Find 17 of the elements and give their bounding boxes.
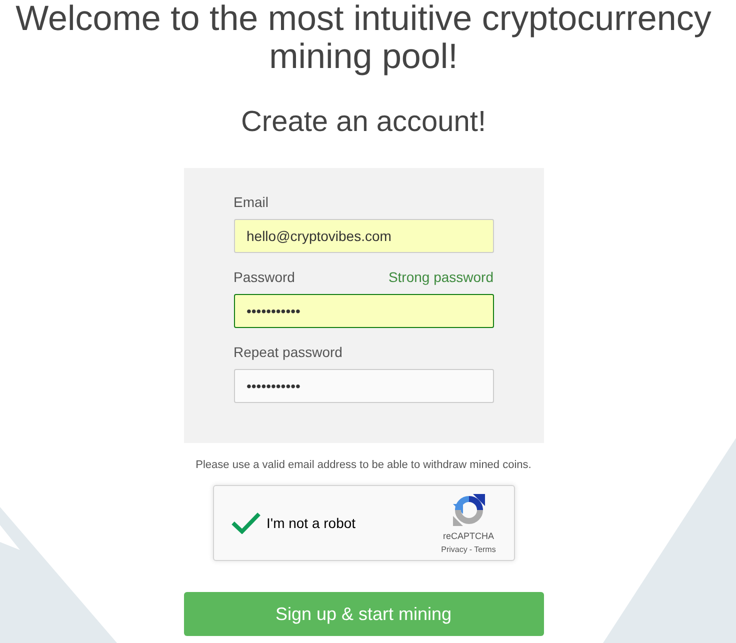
input-field[interactable]: ••••••••••• (234, 369, 494, 403)
page-title: Welcome to the most intuitive cryptocurrency mining pool! (14, 0, 712, 76)
footer-link[interactable]: Terms (474, 544, 496, 554)
field-label: Password (234, 268, 295, 286)
footer-link[interactable]: Privacy (441, 544, 468, 554)
checkmark-icon[interactable] (230, 512, 260, 534)
field-label: Repeat password (234, 343, 342, 361)
password-strength-label: Strong password (388, 268, 494, 286)
link-separator: - (469, 544, 472, 554)
circular-arrows-icon (452, 494, 484, 526)
input-field[interactable]: hello@cryptovibes.com (234, 219, 494, 253)
captcha-label: I'm not a robot (266, 515, 356, 531)
helper-text: Please use a valid email address to be able to withdraw mined coins. (196, 458, 532, 472)
input-field[interactable]: ••••••••••• (234, 294, 494, 328)
field-label: Email (234, 193, 269, 211)
form-title: Create an account! (240, 105, 486, 139)
captcha-logo-text: reCAPTCHA (442, 530, 494, 542)
